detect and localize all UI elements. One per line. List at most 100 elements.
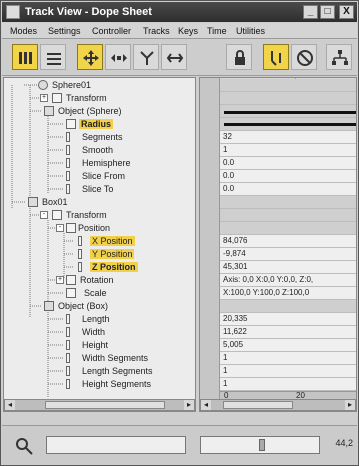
tree-item-length[interactable]: Length: [4, 313, 195, 326]
scroll-left-arrow-icon[interactable]: ◂: [201, 400, 211, 410]
scale-keys-button[interactable]: [133, 44, 159, 70]
close-button[interactable]: X: [339, 5, 354, 19]
key-range-bar[interactable]: [224, 111, 356, 114]
scrollbar-thumb[interactable]: [223, 401, 293, 409]
tree-item-height[interactable]: Height: [4, 339, 195, 352]
grid-row[interactable]: [220, 209, 356, 222]
scroll-right-arrow-icon[interactable]: ▸: [184, 400, 194, 410]
minimize-button[interactable]: _: [303, 5, 318, 19]
edit-ranges-icon: [47, 53, 61, 65]
lock-selection-button[interactable]: [226, 44, 252, 70]
menu-controller[interactable]: Controller: [92, 26, 131, 36]
grid-row[interactable]: 32: [220, 131, 356, 144]
grid-row[interactable]: [220, 79, 356, 92]
move-keys-button[interactable]: [77, 44, 103, 70]
tree-item-transform[interactable]: + Transform: [4, 92, 195, 105]
grid-row[interactable]: 0.0: [220, 170, 356, 183]
maximize-button[interactable]: □: [320, 5, 335, 19]
tree-item-object-box[interactable]: Object (Box): [4, 300, 195, 313]
tree-item-box01[interactable]: Box01: [4, 196, 195, 209]
tree-item-x-position[interactable]: X Position: [4, 235, 195, 248]
show-keyable-button[interactable]: [291, 44, 317, 70]
expand-toggle-icon[interactable]: +: [40, 94, 48, 102]
grid-row[interactable]: 11,622: [220, 326, 356, 339]
scroll-left-arrow-icon[interactable]: ◂: [5, 400, 15, 410]
tree-item-z-position[interactable]: Z Position: [4, 261, 195, 274]
menu-tracks[interactable]: Tracks: [143, 26, 170, 36]
grid-row[interactable]: 0.0: [220, 157, 356, 170]
tree-item-smooth[interactable]: Smooth: [4, 144, 195, 157]
slide-keys-icon: [111, 54, 127, 62]
track-icon: [78, 249, 82, 259]
menu-time[interactable]: Time: [207, 26, 227, 36]
grid-row[interactable]: 1: [220, 378, 356, 391]
tree-item-hemisphere[interactable]: Hemisphere: [4, 157, 195, 170]
tree-item-segments[interactable]: Segments: [4, 131, 195, 144]
tree-item-sphere01[interactable]: Sphere01: [4, 79, 195, 92]
track-name-field[interactable]: [46, 436, 186, 454]
grid-row[interactable]: 1: [220, 352, 356, 365]
grid-horizontal-scrollbar[interactable]: ◂ ▸: [200, 399, 356, 411]
track-icon: [66, 340, 70, 350]
tree-item-width-segments[interactable]: Width Segments: [4, 352, 195, 365]
tree-item-slice-from[interactable]: Slice From: [4, 170, 195, 183]
move-keys-icon: [83, 50, 99, 66]
snap-frames-button[interactable]: [263, 44, 289, 70]
track-icon: [66, 119, 76, 129]
zoom-tool-button[interactable]: [14, 436, 36, 456]
grid-row[interactable]: [220, 92, 356, 105]
menu-modes[interactable]: Modes: [10, 26, 37, 36]
grid-row[interactable]: 20,335: [220, 313, 356, 326]
grid-row[interactable]: 45,301: [220, 261, 356, 274]
expand-toggle-icon[interactable]: -: [40, 211, 48, 219]
grid-row[interactable]: 5,005: [220, 339, 356, 352]
dope-sheet-grid[interactable]: 32 1 0.0 0.0 0.0 84,076 -9,874 45,301 Ax…: [199, 77, 357, 412]
window-title: Track View - Dope Sheet: [25, 6, 152, 18]
grid-row[interactable]: 1: [220, 144, 356, 157]
time-slider-thumb[interactable]: [259, 439, 265, 451]
track-view-window: Track View - Dope Sheet _ □ X Modes Sett…: [0, 0, 359, 466]
expand-toggle-icon[interactable]: -: [56, 224, 64, 232]
tree-item-height-segments[interactable]: Height Segments: [4, 378, 195, 391]
transform-icon: [52, 210, 62, 220]
grid-row[interactable]: X:100,0 Y:100,0 Z:100,0: [220, 287, 356, 300]
edit-keys-button[interactable]: [12, 44, 38, 70]
time-ruler[interactable]: 0 20: [220, 391, 356, 400]
scrollbar-thumb[interactable]: [45, 401, 165, 409]
object-icon: [44, 301, 54, 311]
track-icon: [66, 366, 70, 376]
tree-horizontal-scrollbar[interactable]: ◂ ▸: [4, 399, 195, 411]
grid-row[interactable]: [220, 196, 356, 209]
expand-toggle-icon[interactable]: +: [56, 276, 64, 284]
tree-item-y-position[interactable]: Y Position: [4, 248, 195, 261]
tree-item-transform-box[interactable]: - Transform: [4, 209, 195, 222]
tree-item-radius[interactable]: Radius: [4, 118, 195, 131]
tree-item-scale[interactable]: Scale: [4, 287, 195, 300]
tree-item-rotation[interactable]: + Rotation: [4, 274, 195, 287]
grid-row[interactable]: 84,076: [220, 235, 356, 248]
grid-row[interactable]: -9,874: [220, 248, 356, 261]
hierarchy-button[interactable]: [326, 44, 352, 70]
grid-row[interactable]: [220, 300, 356, 313]
tree-item-slice-to[interactable]: Slice To: [4, 183, 195, 196]
controller-tree[interactable]: Sphere01 + Transform Object (Sphere) Rad…: [3, 77, 196, 412]
key-range-bar[interactable]: [224, 123, 356, 126]
grid-row[interactable]: 1: [220, 365, 356, 378]
scroll-right-arrow-icon[interactable]: ▸: [345, 400, 355, 410]
slide-keys-button[interactable]: [105, 44, 131, 70]
track-icon: [66, 132, 70, 142]
title-bar[interactable]: Track View - Dope Sheet _ □ X: [2, 2, 357, 22]
menu-utilities[interactable]: Utilities: [236, 26, 265, 36]
tree-item-object-sphere[interactable]: Object (Sphere): [4, 105, 195, 118]
menu-keys[interactable]: Keys: [178, 26, 198, 36]
insert-time-button[interactable]: [161, 44, 187, 70]
grid-row[interactable]: [220, 222, 356, 235]
edit-ranges-button[interactable]: [40, 44, 66, 70]
tree-item-length-segments[interactable]: Length Segments: [4, 365, 195, 378]
menu-settings[interactable]: Settings: [48, 26, 81, 36]
tree-item-width[interactable]: Width: [4, 326, 195, 339]
tree-item-position[interactable]: - Position: [4, 222, 195, 235]
grid-row[interactable]: 0.0: [220, 183, 356, 196]
grid-row[interactable]: Axis: 0,0 X:0,0 Y:0,0, Z:0,: [220, 274, 356, 287]
time-slider-field[interactable]: [200, 436, 320, 454]
